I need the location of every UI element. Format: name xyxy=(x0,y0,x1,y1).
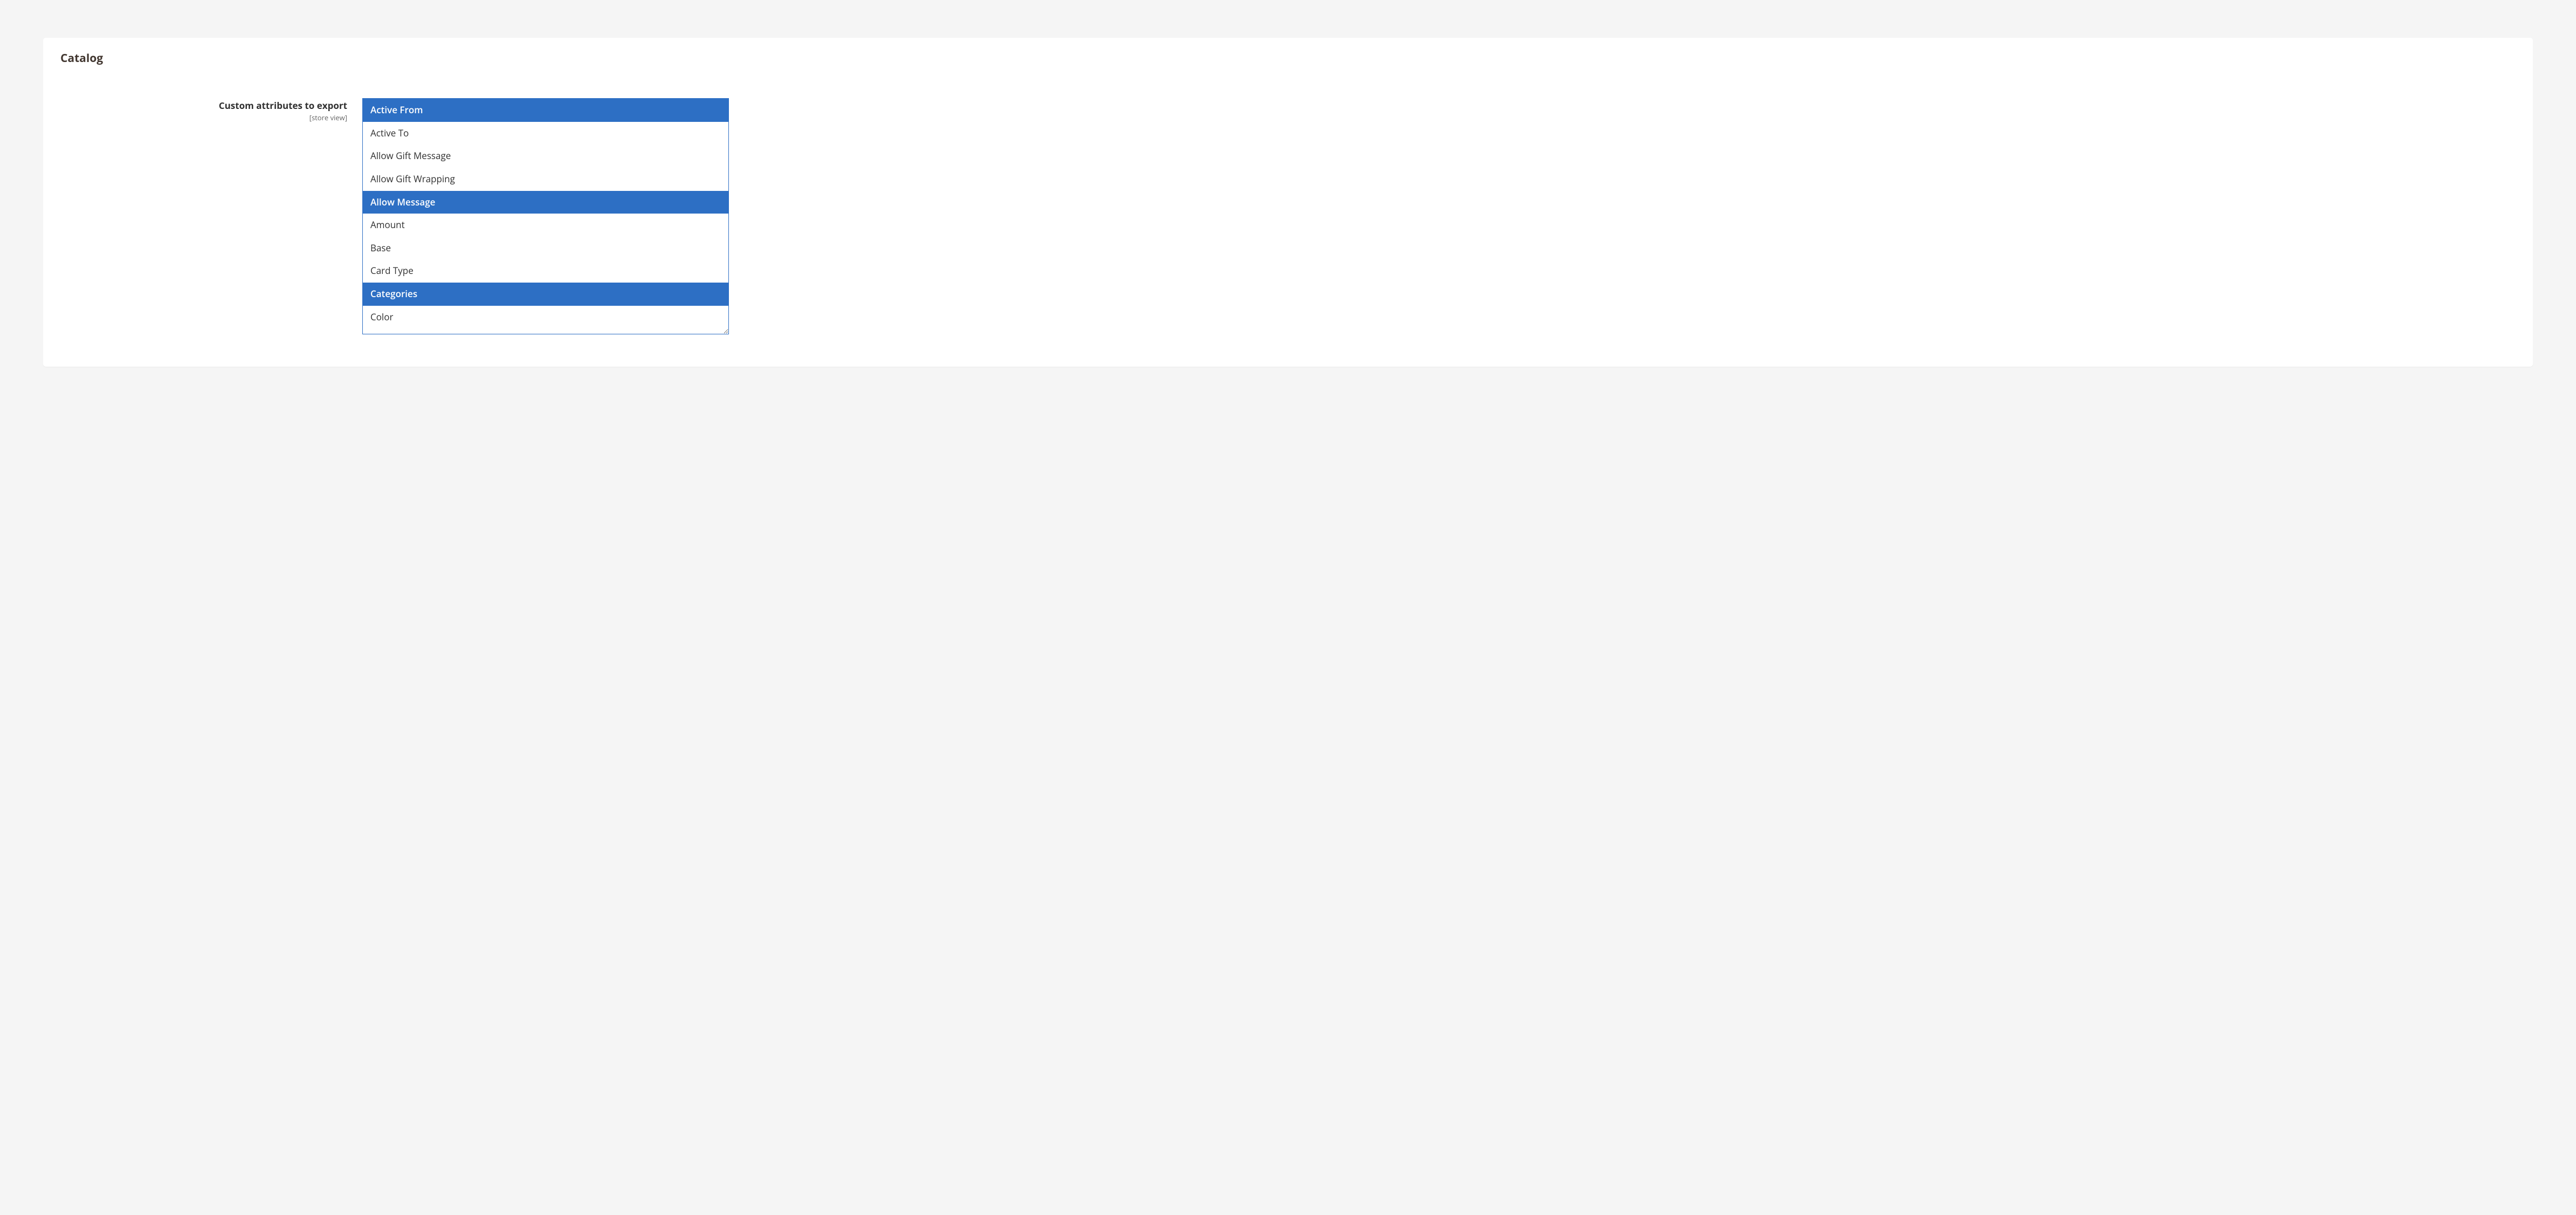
option-card-type[interactable]: Card Type xyxy=(363,259,728,283)
custom-attributes-multiselect[interactable]: Active From Active To Allow Gift Message… xyxy=(362,98,729,334)
option-allow-message[interactable]: Allow Message xyxy=(363,191,728,214)
custom-attributes-export-field: Custom attributes to export [store view]… xyxy=(60,98,2516,334)
option-active-to[interactable]: Active To xyxy=(363,122,728,145)
field-scope: [store view] xyxy=(60,113,347,122)
option-categories[interactable]: Categories xyxy=(363,283,728,306)
field-label: Custom attributes to export xyxy=(60,100,347,111)
field-control-column: Active From Active To Allow Gift Message… xyxy=(362,98,2516,334)
option-allow-gift-wrapping[interactable]: Allow Gift Wrapping xyxy=(363,168,728,191)
option-amount[interactable]: Amount xyxy=(363,214,728,237)
option-allow-gift-message[interactable]: Allow Gift Message xyxy=(363,145,728,168)
option-active-from[interactable]: Active From xyxy=(363,99,728,122)
field-label-column: Custom attributes to export [store view] xyxy=(60,98,362,122)
section-title: Catalog xyxy=(60,51,2516,66)
option-color[interactable]: Color xyxy=(363,306,728,329)
option-base[interactable]: Base xyxy=(363,237,728,260)
catalog-config-panel: Catalog Custom attributes to export [sto… xyxy=(43,38,2533,367)
